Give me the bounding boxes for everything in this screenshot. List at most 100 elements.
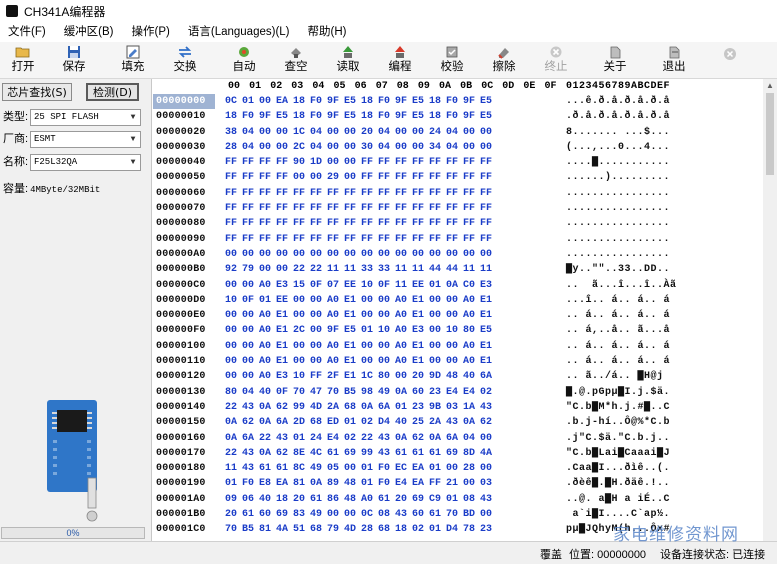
hex-bytes[interactable]: FF FF FF FF FF FF FF FF FF FF FF FF FF F… [225, 186, 492, 201]
close-icon[interactable] [723, 47, 737, 61]
hex-ascii[interactable]: (...,...0...4... [566, 140, 670, 155]
verify-button[interactable]: 校验 [429, 43, 475, 77]
scroll-up-icon[interactable]: ▲ [765, 81, 775, 91]
hex-bytes[interactable]: FF FF FF FF FF FF FF FF FF FF FF FF FF F… [225, 216, 492, 231]
hex-bytes[interactable]: 0A 6A 22 43 01 24 E4 02 22 43 0A 62 0A 6… [225, 431, 492, 446]
hex-bytes[interactable]: 00 00 A0 E1 2C 00 9F E5 01 10 A0 E3 00 1… [225, 323, 492, 338]
hex-bytes[interactable]: 11 43 61 61 8C 49 05 00 01 F0 EC EA 01 0… [225, 461, 492, 476]
vertical-scrollbar[interactable]: ▲ [763, 79, 777, 541]
hex-row[interactable]: 00000140 22 43 0A 62 99 4D 2A 68 0A 6A 01… [152, 400, 763, 415]
hex-row[interactable]: 00000100 00 00 A0 E1 00 00 A0 E1 00 00 A0… [152, 339, 763, 354]
hex-row[interactable]: 00000040 FF FF FF FF 90 1D 00 00 FF FF FF… [152, 155, 763, 170]
hex-ascii[interactable]: ................ [566, 186, 670, 201]
hex-row[interactable]: 00000080 FF FF FF FF FF FF FF FF FF FF FF… [152, 216, 763, 231]
read-button[interactable]: 读取 [325, 43, 371, 77]
hex-row[interactable]: 00000120 00 00 A0 E3 10 FF 2F E1 1C 80 00… [152, 369, 763, 384]
hex-row[interactable]: 00000160 0A 6A 22 43 01 24 E4 02 22 43 0A… [152, 431, 763, 446]
hex-row[interactable]: 00000060 FF FF FF FF FF FF FF FF FF FF FF… [152, 186, 763, 201]
hex-row[interactable]: 00000110 00 00 A0 E1 00 00 A0 E1 00 00 A0… [152, 354, 763, 369]
menu-file[interactable]: 文件(F) [0, 22, 55, 42]
chip-search-button[interactable]: 芯片查找(S) [2, 83, 72, 101]
open-button[interactable]: 打开 [0, 43, 46, 77]
hex-bytes[interactable]: FF FF FF FF FF FF FF FF FF FF FF FF FF F… [225, 201, 492, 216]
hex-ascii[interactable]: ......)......... [566, 170, 670, 185]
menu-help[interactable]: 帮助(H) [299, 22, 356, 42]
hex-ascii[interactable]: ..@. a▇H a iÉ..C [566, 492, 670, 507]
hex-bytes[interactable]: 00 00 A0 E1 00 00 A0 E1 00 00 A0 E1 00 0… [225, 339, 492, 354]
hex-bytes[interactable]: 22 43 0A 62 99 4D 2A 68 0A 6A 01 23 9B 0… [225, 400, 492, 415]
scrollbar-thumb[interactable] [766, 93, 774, 175]
hex-ascii[interactable]: ...î.. á.. á.. á [566, 293, 670, 308]
hex-ascii[interactable]: ▇.@.pGpµ▇I.j.$ä. [566, 385, 670, 400]
hex-ascii[interactable]: .ðèê▇.▇H.ðäê.!.. [566, 476, 670, 491]
save-button[interactable]: 保存 [51, 43, 97, 77]
hex-row[interactable]: 000000C0 00 00 A0 E3 15 0F 07 EE 10 0F 11… [152, 278, 763, 293]
hex-ascii[interactable]: ▇y..""..33..DD.. [566, 262, 670, 277]
hex-bytes[interactable]: 00 00 A0 E1 00 00 A0 E1 00 00 A0 E1 00 0… [225, 308, 492, 323]
hex-bytes[interactable]: 92 79 00 00 22 22 11 11 33 33 11 11 44 4… [225, 262, 492, 277]
hex-ascii[interactable]: ................ [566, 201, 670, 216]
hex-ascii[interactable]: .. á,..å.. ã...å [566, 323, 670, 338]
hex-bytes[interactable]: 00 00 A0 E1 00 00 A0 E1 00 00 A0 E1 00 0… [225, 354, 492, 369]
hex-ascii[interactable]: ...ê.ð.å.ð.å.ð.å [566, 94, 670, 109]
hex-row[interactable]: 000000A0 00 00 00 00 00 00 00 00 00 00 00… [152, 247, 763, 262]
hex-bytes[interactable]: 00 00 A0 E3 10 FF 2F E1 1C 80 00 20 9D 4… [225, 369, 492, 384]
chip-name-select[interactable]: F25L32QA ▼ [30, 154, 141, 171]
hex-row[interactable]: 000000F0 00 00 A0 E1 2C 00 9F E5 01 10 A0… [152, 323, 763, 338]
hex-row[interactable]: 00000190 01 F0 E8 EA 81 0A 89 48 01 F0 E4… [152, 476, 763, 491]
stop-button[interactable]: 终止 [533, 43, 579, 77]
hex-ascii[interactable]: .Caa▇I...ðìê..(. [566, 461, 670, 476]
about-button[interactable]: 关于 [592, 43, 638, 77]
program-button[interactable]: 编程 [377, 43, 423, 77]
hex-bytes[interactable]: 80 04 40 0F 70 47 70 B5 98 49 0A 60 23 E… [225, 385, 492, 400]
hex-bytes[interactable]: FF FF FF FF FF FF FF FF FF FF FF FF FF F… [225, 232, 492, 247]
hex-ascii[interactable]: .. ã...î...î..Àã [566, 278, 677, 293]
hex-bytes[interactable]: 0C 01 00 EA 18 F0 9F E5 18 F0 9F E5 18 F… [225, 94, 492, 109]
hex-bytes[interactable]: 0A 62 0A 6A 2D 68 ED 01 02 D4 40 25 2A 4… [225, 415, 492, 430]
hex-bytes[interactable]: 38 04 00 00 1C 04 00 00 20 04 00 00 24 0… [225, 125, 492, 140]
hex-bytes[interactable]: FF FF FF FF 90 1D 00 00 FF FF FF FF FF F… [225, 155, 492, 170]
hex-ascii[interactable]: .. á.. á.. á.. á [566, 339, 670, 354]
hex-row[interactable]: 000000D0 10 0F 01 EE 00 00 A0 E1 00 00 A0… [152, 293, 763, 308]
hex-bytes[interactable]: FF FF FF FF 00 00 29 00 FF FF FF FF FF F… [225, 170, 492, 185]
hex-bytes[interactable]: 01 F0 E8 EA 81 0A 89 48 01 F0 E4 EA FF 2… [225, 476, 492, 491]
hex-row[interactable]: 00000150 0A 62 0A 6A 2D 68 ED 01 02 D4 40… [152, 415, 763, 430]
hex-row[interactable]: 000000B0 92 79 00 00 22 22 11 11 33 33 11… [152, 262, 763, 277]
hex-ascii[interactable]: "C.b▇Lai▇Caaai▇J [566, 446, 670, 461]
hex-bytes[interactable]: 00 00 A0 E3 15 0F 07 EE 10 0F 11 EE 01 0… [225, 278, 492, 293]
hex-ascii[interactable]: ................ [566, 232, 670, 247]
hex-ascii[interactable]: ................ [566, 247, 670, 262]
hex-ascii[interactable]: .. á.. á.. á.. á [566, 308, 670, 323]
hex-bytes[interactable]: 22 43 0A 62 8E 4C 61 69 99 43 61 61 61 6… [225, 446, 492, 461]
hex-ascii[interactable]: .ð.å.ð.å.ð.å.ð.å [566, 109, 670, 124]
menu-language[interactable]: 语言(Languages)(L) [179, 22, 299, 42]
hex-bytes[interactable]: 00 00 00 00 00 00 00 00 00 00 00 00 00 0… [225, 247, 492, 262]
hex-bytes[interactable]: 20 61 60 69 83 49 00 00 0C 08 43 60 61 7… [225, 507, 492, 522]
hex-row[interactable]: 00000090 FF FF FF FF FF FF FF FF FF FF FF… [152, 232, 763, 247]
hex-bytes[interactable]: 70 B5 81 4A 51 68 79 4D 28 68 18 02 01 D… [225, 522, 492, 537]
erase-button[interactable]: 擦除 [481, 43, 527, 77]
blank-check-button[interactable]: 查空 [273, 43, 319, 77]
hex-bytes[interactable]: 10 0F 01 EE 00 00 A0 E1 00 00 A0 E1 00 0… [225, 293, 492, 308]
hex-row[interactable]: 00000050 FF FF FF FF 00 00 29 00 FF FF FF… [152, 170, 763, 185]
menu-operation[interactable]: 操作(P) [123, 22, 179, 42]
hex-row[interactable]: 00000170 22 43 0A 62 8E 4C 61 69 99 43 61… [152, 446, 763, 461]
hex-row[interactable]: 00000020 38 04 00 00 1C 04 00 00 20 04 00… [152, 125, 763, 140]
type-select[interactable]: 25 SPI FLASH ▼ [30, 109, 141, 126]
swap-button[interactable]: 交换 [162, 43, 208, 77]
hex-row[interactable]: 00000130 80 04 40 0F 70 47 70 B5 98 49 0A… [152, 385, 763, 400]
hex-row[interactable]: 000001A0 09 06 40 18 20 61 86 48 A0 61 20… [152, 492, 763, 507]
hex-row[interactable]: 000000E0 00 00 A0 E1 00 00 A0 E1 00 00 A0… [152, 308, 763, 323]
hex-editor[interactable]: 00 01 02 03 04 05 06 07 08 09 0A 0B 0C 0D 0E 0F 01234567… [151, 79, 763, 541]
hex-row[interactable]: 00000000 0C 01 00 EA 18 F0 9F E5 18 F0 9F… [152, 94, 763, 110]
hex-ascii[interactable]: .. ã../á.. ▇H@j [566, 369, 664, 384]
hex-ascii[interactable]: .b.j-hí..Ô@%*C.b [566, 415, 670, 430]
hex-ascii[interactable]: .j"C.$ä."C.b.j.. [566, 431, 670, 446]
vendor-select[interactable]: ESMT ▼ [30, 131, 141, 148]
hex-ascii[interactable]: 8....... ...$... [566, 125, 670, 140]
fill-button[interactable]: 填充 [110, 43, 156, 77]
hex-row[interactable]: 00000010 18 F0 9F E5 18 F0 9F E5 18 F0 9F… [152, 109, 763, 124]
menu-buffer[interactable]: 缓冲区(B) [55, 22, 123, 42]
hex-row[interactable]: 00000180 11 43 61 61 8C 49 05 00 01 F0 EC… [152, 461, 763, 476]
hex-bytes[interactable]: 09 06 40 18 20 61 86 48 A0 61 20 69 C9 0… [225, 492, 492, 507]
